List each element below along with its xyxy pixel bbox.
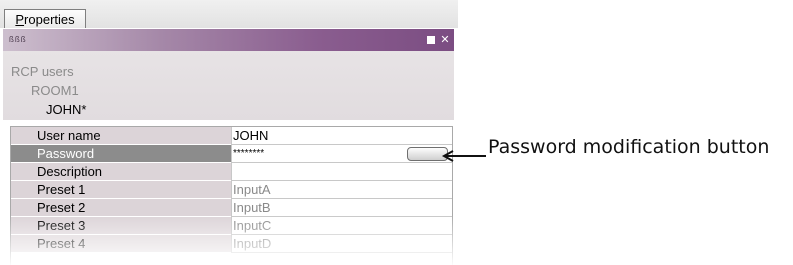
description-field[interactable] (231, 163, 452, 181)
callout-arrow-icon (441, 150, 486, 162)
property-row-preset-3[interactable]: Preset 3 InputC (11, 217, 452, 235)
preset-3-field[interactable]: InputC (231, 217, 452, 235)
property-row-preset-1[interactable]: Preset 1 InputA (11, 181, 452, 199)
drag-grip-icon[interactable]: ßßß (9, 36, 27, 44)
property-name: Preset 4 (11, 235, 231, 253)
panel-title-bar[interactable]: ßßß ✕ (3, 29, 454, 51)
property-row-description[interactable]: Description (11, 163, 452, 181)
property-row-preset-2[interactable]: Preset 2 InputB (11, 199, 452, 217)
property-name: Description (11, 163, 231, 181)
close-button[interactable]: ✕ (440, 34, 450, 46)
restore-icon (427, 36, 435, 44)
preset-2-field[interactable]: InputB (231, 199, 452, 217)
preset-4-field[interactable]: InputD (231, 235, 452, 253)
property-name: Password (11, 145, 231, 163)
object-tree: RCP users ROOM1 JOHN* (3, 51, 454, 120)
property-name: User name (11, 127, 231, 145)
tab-strip: Properties (0, 0, 458, 28)
property-grid: User name JOHN Password ******** Descrip… (10, 126, 453, 265)
close-icon: ✕ (440, 34, 450, 46)
tab-properties-mnemonic: P (15, 12, 25, 27)
tree-node-rcp-users[interactable]: RCP users (11, 64, 74, 80)
property-name: Preset 1 (11, 181, 231, 199)
property-name: Preset 2 (11, 199, 231, 217)
property-name: Preset 3 (11, 217, 231, 235)
property-row-password[interactable]: Password ******** (11, 145, 452, 163)
tab-properties-label: roperties (24, 12, 75, 27)
property-row-user-name[interactable]: User name JOHN (11, 127, 452, 145)
callout-label: Password modification button (488, 136, 770, 158)
tab-properties[interactable]: Properties (4, 9, 86, 28)
restore-button[interactable] (426, 35, 436, 45)
user-name-field[interactable]: JOHN (231, 127, 452, 145)
tree-node-room[interactable]: ROOM1 (31, 83, 79, 99)
tree-node-user[interactable]: JOHN* (46, 102, 86, 118)
preset-1-field[interactable]: InputA (231, 181, 452, 199)
properties-panel-screenshot: Properties ßßß ✕ RCP users ROOM1 JOHN* U… (0, 0, 793, 265)
property-row-preset-4[interactable]: Preset 4 InputD (11, 235, 452, 253)
